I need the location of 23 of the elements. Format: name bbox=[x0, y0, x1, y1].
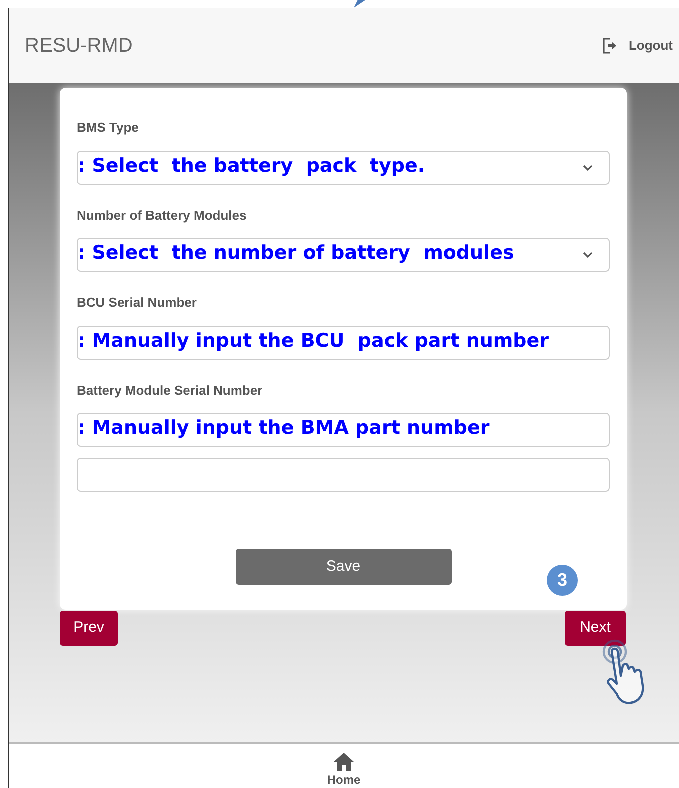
input-field[interactable] bbox=[77, 458, 610, 492]
field-label: BMS Type bbox=[77, 119, 140, 137]
home-icon bbox=[333, 752, 355, 772]
prev-button[interactable]: Prev bbox=[60, 611, 118, 646]
input-field[interactable] bbox=[77, 326, 610, 360]
save-button[interactable]: Save bbox=[236, 549, 452, 585]
select-field[interactable] bbox=[77, 150, 610, 184]
chevron-down-icon bbox=[583, 252, 593, 258]
annotation-text: : Manually input the BMA part number bbox=[78, 419, 490, 438]
app-title: RESU-RMD bbox=[25, 34, 133, 58]
chevron-down-icon bbox=[583, 164, 593, 170]
annotation-text: : Select the battery pack type. bbox=[78, 156, 426, 176]
annotation-text: : Manually input the BCU pack part number bbox=[78, 332, 550, 350]
input-field[interactable] bbox=[77, 413, 610, 447]
annotation-text: : Select the number of battery modules bbox=[78, 244, 514, 263]
field-label: Number of Battery Modules bbox=[77, 206, 248, 225]
home-tab[interactable]: Home bbox=[327, 752, 361, 788]
select-field[interactable] bbox=[77, 238, 610, 272]
logout-icon bbox=[602, 38, 617, 54]
next-button[interactable]: Next bbox=[565, 611, 626, 646]
logout-button[interactable]: Logout bbox=[602, 36, 673, 56]
field-label: BCU Serial Number bbox=[77, 294, 198, 312]
field-label: Battery Module Serial Number bbox=[77, 382, 264, 400]
